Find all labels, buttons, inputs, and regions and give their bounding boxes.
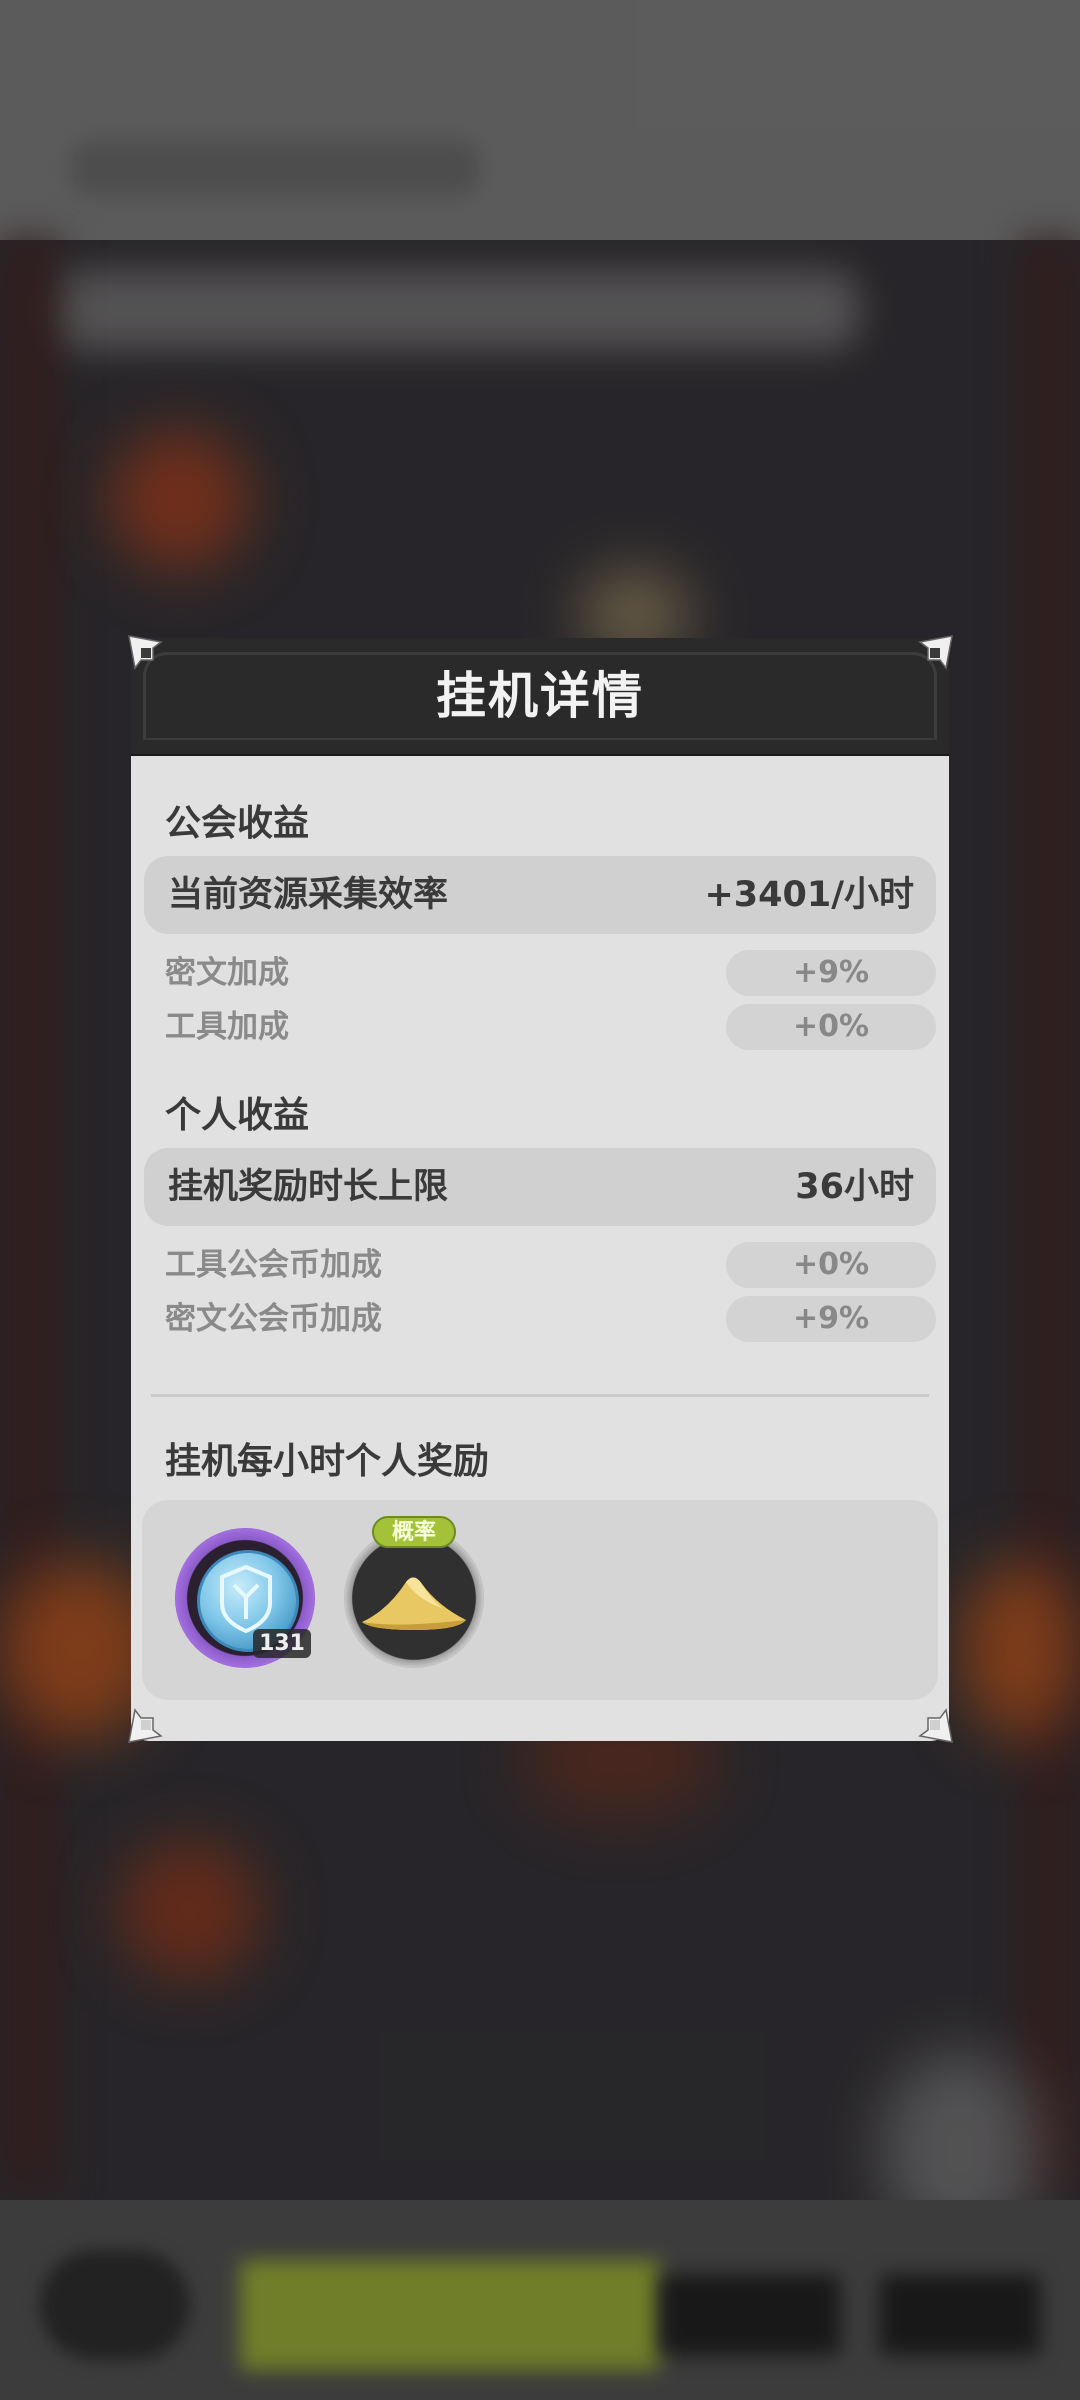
cipher-bonus-value: +9% <box>726 950 936 996</box>
idle-details-modal: 挂机详情 公会收益 当前资源采集效率 +3401/小时 密文加成 +9% 工具加… <box>131 638 949 1741</box>
hourly-rewards-box: 131 概率 <box>142 1500 938 1700</box>
reward-item-guild-coin[interactable]: 131 <box>175 1528 315 1668</box>
reward-cap-row: 挂机奖励时长上限 36小时 <box>144 1148 936 1226</box>
tool-guild-coin-bonus-value: +0% <box>726 1242 936 1288</box>
cipher-guild-coin-bonus-row: 密文公会币加成 +9% <box>165 1296 936 1342</box>
corner-ornament-icon <box>127 634 163 670</box>
cipher-guild-coin-bonus-value: +9% <box>726 1296 936 1342</box>
resource-efficiency-value: +3401/小时 <box>704 875 914 915</box>
sand-pile-icon <box>362 1577 466 1630</box>
modal-header: 挂机详情 <box>131 638 949 756</box>
modal-title: 挂机详情 <box>436 667 644 725</box>
tool-bonus-label: 工具加成 <box>165 1009 289 1045</box>
guild-income-title: 公会收益 <box>165 803 310 844</box>
hourly-rewards-title: 挂机每小时个人奖励 <box>165 1441 490 1482</box>
personal-income-title: 个人收益 <box>165 1095 310 1136</box>
tool-guild-coin-bonus-label: 工具公会币加成 <box>165 1247 382 1283</box>
resource-efficiency-label: 当前资源采集效率 <box>168 875 449 915</box>
corner-ornament-icon <box>127 1708 163 1744</box>
cipher-bonus-label: 密文加成 <box>165 955 289 991</box>
corner-ornament-icon <box>918 634 954 670</box>
reward-item-sand[interactable]: 概率 <box>344 1516 484 1668</box>
tool-guild-coin-bonus-row: 工具公会币加成 +0% <box>165 1242 936 1288</box>
resource-efficiency-row: 当前资源采集效率 +3401/小时 <box>144 856 936 934</box>
reward-cap-label: 挂机奖励时长上限 <box>168 1167 449 1207</box>
reward-cap-value: 36小时 <box>795 1167 914 1207</box>
corner-ornament-icon <box>918 1708 954 1744</box>
cipher-bonus-row: 密文加成 +9% <box>165 950 936 996</box>
tool-bonus-value: +0% <box>726 1004 936 1050</box>
reward-count: 131 <box>253 1629 311 1658</box>
tool-bonus-row: 工具加成 +0% <box>165 1004 936 1050</box>
probability-tag: 概率 <box>372 1516 456 1548</box>
section-divider <box>151 1394 929 1397</box>
cipher-guild-coin-bonus-label: 密文公会币加成 <box>165 1301 382 1337</box>
